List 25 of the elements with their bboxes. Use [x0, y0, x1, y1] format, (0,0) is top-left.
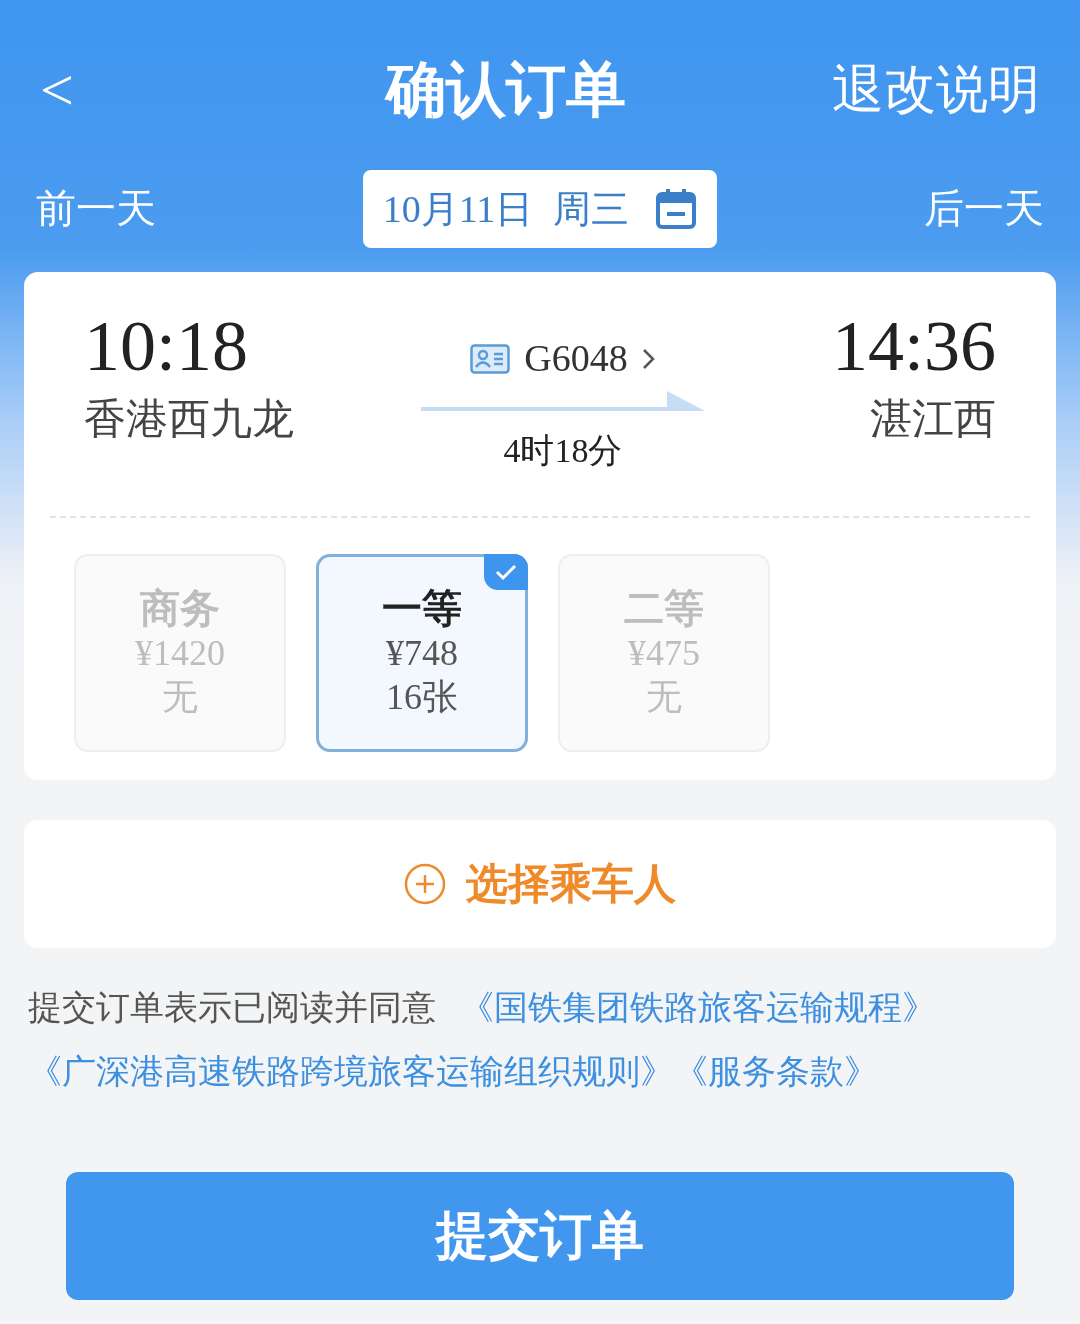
direction-arrow-icon: [421, 391, 705, 413]
back-button[interactable]: <: [40, 45, 120, 135]
calendar-icon: [655, 188, 698, 230]
terms-link[interactable]: 《广深港高速铁路跨境旅客运输组织规则》: [28, 1053, 674, 1090]
train-number-link[interactable]: G6048: [470, 330, 656, 387]
plus-circle-icon: [404, 863, 446, 905]
arrival-station: 湛江西: [870, 395, 996, 444]
select-passenger-button[interactable]: 选择乘车人: [24, 820, 1056, 948]
chevron-right-icon: [641, 346, 656, 371]
terms-link[interactable]: 《服务条款》: [674, 1053, 878, 1090]
next-day-button[interactable]: 后一天: [924, 179, 1044, 239]
arrival-time: 14:36: [831, 308, 996, 384]
departure-time: 10:18: [84, 308, 248, 384]
previous-day-button[interactable]: 前一天: [36, 179, 156, 239]
page-title: 确认订单: [386, 56, 626, 125]
id-card-icon: [470, 343, 511, 374]
agreement-text: 提交订单表示已阅读并同意 《国铁集团铁路旅客运输规程》 《广深港高速铁路跨境旅客运输组织规则》《服务条款》: [28, 988, 937, 1092]
seat-class-option[interactable]: 一等 ¥748 16张: [316, 554, 528, 752]
trip-duration: 4时18分: [503, 431, 623, 471]
terms-link[interactable]: 《国铁集团铁路旅客运输规程》: [460, 989, 936, 1026]
refund-rules-link[interactable]: 退改说明: [832, 51, 1040, 129]
date-picker[interactable]: 10月11日 周三: [362, 170, 718, 248]
submit-order-button[interactable]: 提交订单: [66, 1172, 1014, 1300]
departure-station: 香港西九龙: [84, 395, 294, 444]
check-icon: [484, 554, 528, 590]
